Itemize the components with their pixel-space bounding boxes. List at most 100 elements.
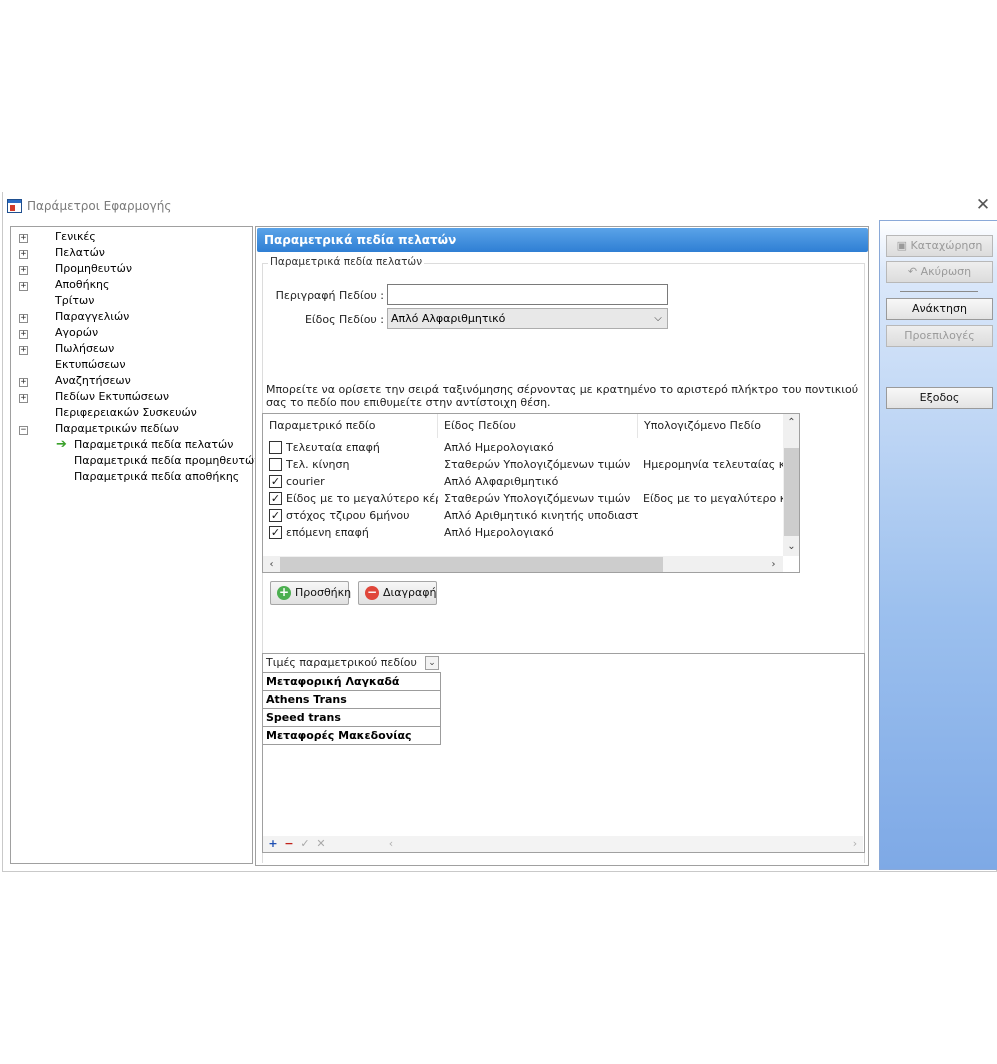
tree-item-sales[interactable]: Πωλήσεων bbox=[55, 341, 114, 357]
tree-item-warehouse-fields[interactable]: Παραμετρικά πεδία αποθήκης bbox=[74, 469, 239, 485]
main-panel: Παραμετρικά πεδία πελατών Παραμετρικά πε… bbox=[255, 226, 869, 866]
tree-item-warehouse[interactable]: Αποθήκης bbox=[55, 277, 110, 293]
expand-icon[interactable]: + bbox=[19, 330, 28, 339]
tree-item-suppliers[interactable]: Προμηθευτών bbox=[55, 261, 132, 277]
app-icon bbox=[7, 199, 22, 213]
expand-icon[interactable]: + bbox=[19, 282, 28, 291]
add-row-icon[interactable]: + bbox=[265, 837, 281, 851]
tree-item-prints[interactable]: Εκτυπώσεων bbox=[55, 357, 126, 373]
arrow-right-icon: ➔ bbox=[56, 437, 67, 452]
table-row[interactable]: ✓ επόμενη επαφή Απλό Ημερολογιακό bbox=[263, 524, 783, 541]
table-row[interactable]: Τελ. κίνηση Σταθερών Υπολογιζόμενων τιμώ… bbox=[263, 456, 783, 473]
settings-tree: + Γενικές + Πελατών + Προμηθευτών + Αποθ… bbox=[10, 226, 260, 864]
add-button-label: Προσθήκη bbox=[295, 586, 352, 599]
row-checkbox[interactable]: ✓ bbox=[269, 509, 282, 522]
description-input[interactable] bbox=[387, 284, 668, 305]
tree-item-purchases[interactable]: Αγορών bbox=[55, 325, 98, 341]
column-header-type[interactable]: Είδος Πεδίου bbox=[438, 414, 638, 438]
values-header-label: Τιμές παραμετρικού πεδίου bbox=[266, 656, 417, 669]
expand-icon[interactable]: + bbox=[19, 314, 28, 323]
type-label: Είδος Πεδίου : bbox=[304, 313, 384, 326]
app-window: Παράμετροι Εφαρμογής ✕ + Γενικές + Πελατ… bbox=[2, 192, 997, 872]
list-item[interactable]: Speed trans bbox=[263, 708, 441, 726]
expand-icon[interactable]: + bbox=[19, 394, 28, 403]
tree-item-searches[interactable]: Αναζητήσεων bbox=[55, 373, 131, 389]
scroll-right-icon[interactable]: › bbox=[847, 837, 863, 851]
row-checkbox[interactable] bbox=[269, 441, 282, 454]
tree-item-orders[interactable]: Παραγγελιών bbox=[55, 309, 129, 325]
scroll-thumb[interactable] bbox=[784, 448, 799, 536]
table-row[interactable]: Τελευταία επαφή Απλό Ημερολογιακό bbox=[263, 439, 783, 456]
scroll-left-icon[interactable]: ‹ bbox=[263, 556, 280, 572]
tree-item-parametric-fields[interactable]: Παραμετρικών πεδίων bbox=[55, 421, 179, 437]
horizontal-scrollbar[interactable]: ‹ › bbox=[263, 556, 783, 572]
list-item[interactable]: Μεταφορές Μακεδονίας bbox=[263, 726, 441, 745]
table-row[interactable]: ✓ στόχος τζιρου 6μήνου Απλό Αριθμητικό κ… bbox=[263, 507, 783, 524]
field-name: courier bbox=[286, 475, 325, 488]
field-computed: Ημερομηνία τελευταίας κίνησ bbox=[643, 458, 783, 471]
tree-item-peripherals[interactable]: Περιφερειακών Συσκευών bbox=[55, 405, 197, 421]
field-computed bbox=[643, 507, 783, 524]
save-button-label: Καταχώρηση bbox=[910, 239, 983, 252]
field-name: επόμενη επαφή bbox=[286, 526, 369, 539]
scroll-up-icon[interactable]: ⌃ bbox=[783, 414, 799, 431]
sort-hint: Μπορείτε να ορίσετε την σειρά ταξινόμηση… bbox=[266, 383, 859, 409]
expand-icon[interactable]: + bbox=[19, 266, 28, 275]
scroll-down-icon[interactable]: ⌄ bbox=[783, 538, 799, 555]
field-type: Απλό Ημερολογιακό bbox=[444, 441, 554, 454]
vertical-scrollbar[interactable]: ⌃ ⌄ bbox=[783, 414, 799, 556]
tree-item-third-parties[interactable]: Τρίτων bbox=[55, 293, 94, 309]
row-checkbox[interactable]: ✓ bbox=[269, 526, 282, 539]
tree-item-general[interactable]: Γενικές bbox=[55, 229, 96, 245]
field-name: στόχος τζιρου 6μήνου bbox=[286, 509, 410, 522]
delete-button[interactable]: − Διαγραφή bbox=[358, 581, 437, 605]
tree-item-supplier-fields[interactable]: Παραμετρικά πεδία προμηθευτών bbox=[74, 453, 260, 469]
delete-row-icon[interactable]: − bbox=[281, 837, 297, 851]
delete-button-label: Διαγραφή bbox=[383, 586, 437, 599]
collapse-icon[interactable]: − bbox=[19, 426, 28, 435]
refresh-button[interactable]: Ανάκτηση bbox=[886, 298, 993, 320]
fields-grid: Παραμετρικό πεδίο Είδος Πεδίου Υπολογιζό… bbox=[262, 413, 800, 573]
row-checkbox[interactable] bbox=[269, 458, 282, 471]
list-item[interactable]: Athens Trans bbox=[263, 690, 441, 708]
table-row[interactable]: ✓ Είδος με το μεγαλύτερο κέρδος Σταθερών… bbox=[263, 490, 783, 507]
expand-icon[interactable]: + bbox=[19, 250, 28, 259]
check-icon[interactable]: ✓ bbox=[297, 837, 313, 851]
cancel-button-label: Ακύρωση bbox=[920, 265, 972, 278]
column-header-computed[interactable]: Υπολογιζόμενο Πεδίο bbox=[638, 414, 783, 438]
field-name: Τελευταία επαφή bbox=[286, 441, 380, 454]
chevron-down-icon: ⌵ bbox=[654, 313, 662, 324]
scroll-left-icon[interactable]: ‹ bbox=[383, 837, 399, 851]
add-icon: + bbox=[277, 585, 291, 600]
expand-icon[interactable]: + bbox=[19, 346, 28, 355]
column-header-field[interactable]: Παραμετρικό πεδίο bbox=[263, 414, 438, 438]
field-computed bbox=[643, 473, 783, 490]
table-row[interactable]: ✓ courier Απλό Αλφαριθμητικό bbox=[263, 473, 783, 490]
chevron-down-icon[interactable]: ⌄ bbox=[425, 656, 439, 670]
type-select[interactable]: Απλό Αλφαριθμητικό ⌵ bbox=[387, 308, 668, 329]
tree-item-customer-fields[interactable]: Παραμετρικά πεδία πελατών bbox=[74, 437, 233, 453]
cancel-row-icon[interactable]: ✕ bbox=[313, 837, 329, 851]
values-navigator: + − ✓ ✕ ‹ › bbox=[263, 836, 863, 852]
page-title: Παραμετρικά πεδία πελατών bbox=[257, 228, 868, 252]
group-title: Παραμετρικά πεδία πελατών bbox=[268, 256, 425, 268]
tree-item-customers[interactable]: Πελατών bbox=[55, 245, 105, 261]
exit-button[interactable]: Εξοδος bbox=[886, 387, 993, 409]
values-header[interactable]: Τιμές παραμετρικού πεδίου bbox=[263, 654, 441, 672]
field-computed bbox=[643, 439, 783, 456]
save-button[interactable]: ▣ Καταχώρηση bbox=[886, 235, 993, 257]
window-title: Παράμετροι Εφαρμογής bbox=[27, 199, 172, 213]
add-button[interactable]: + Προσθήκη bbox=[270, 581, 352, 605]
expand-icon[interactable]: + bbox=[19, 234, 28, 243]
tree-item-print-fields[interactable]: Πεδίων Εκτυπώσεων bbox=[55, 389, 169, 405]
list-item[interactable]: Μεταφορική Λαγκαδά bbox=[263, 672, 441, 690]
scroll-right-icon[interactable]: › bbox=[765, 556, 782, 572]
cancel-button[interactable]: ↶ Ακύρωση bbox=[886, 261, 993, 283]
scroll-thumb[interactable] bbox=[280, 557, 663, 572]
row-checkbox[interactable]: ✓ bbox=[269, 475, 282, 488]
expand-icon[interactable]: + bbox=[19, 378, 28, 387]
row-checkbox[interactable]: ✓ bbox=[269, 492, 282, 505]
close-icon[interactable]: ✕ bbox=[973, 195, 993, 215]
defaults-button[interactable]: Προεπιλογές bbox=[886, 325, 993, 347]
undo-icon: ↶ bbox=[907, 265, 918, 278]
